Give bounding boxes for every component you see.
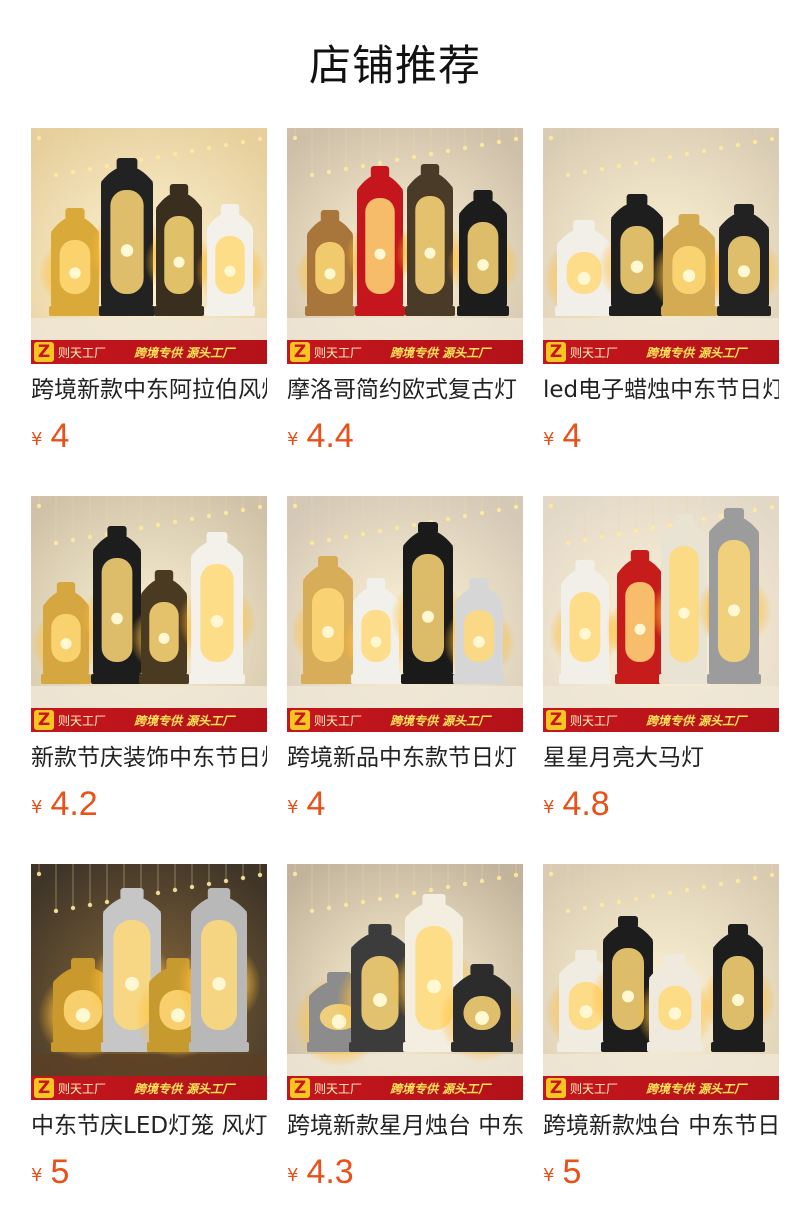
brand-banner: Z 则天工厂 跨境专供 源头工厂 xyxy=(543,1076,779,1100)
brand-name: 则天工厂 xyxy=(314,1081,363,1096)
brand-logo-icon: Z xyxy=(546,342,566,362)
brand-logo-icon: Z xyxy=(290,342,310,362)
product-name[interactable]: 跨境新款烛台 中东节日 xyxy=(543,1110,779,1142)
product-image[interactable]: Z 则天工厂 跨境专供 源头工厂 xyxy=(31,128,267,364)
currency-symbol: ¥ xyxy=(543,429,555,450)
product-card[interactable]: Z 则天工厂 跨境专供 源头工厂 led电子蜡烛中东节日灯 ¥4 xyxy=(543,128,779,468)
brand-banner: Z 则天工厂 跨境专供 源头工厂 xyxy=(31,340,267,364)
brand-name: 则天工厂 xyxy=(314,713,363,728)
product-image[interactable]: Z 则天工厂 跨境专供 源头工厂 xyxy=(287,864,523,1100)
brand-banner: Z 则天工厂 跨境专供 源头工厂 xyxy=(287,340,523,364)
product-image[interactable]: Z 则天工厂 跨境专供 源头工厂 xyxy=(287,496,523,732)
price-value: 4.4 xyxy=(306,417,354,455)
product-image[interactable]: Z 则天工厂 跨境专供 源头工厂 xyxy=(543,496,779,732)
brand-banner: Z 则天工厂 跨境专供 源头工厂 xyxy=(287,708,523,732)
price-value: 4.3 xyxy=(306,1153,354,1191)
brand-slogan: 跨境专供 源头工厂 xyxy=(646,713,747,728)
product-name[interactable]: 跨境新款星月烛台 中东 xyxy=(287,1110,523,1142)
price-value: 4 xyxy=(562,417,582,455)
product-card[interactable]: Z 则天工厂 跨境专供 源头工厂跨境新款烛台 中东节日 ¥5 xyxy=(543,864,779,1204)
product-name[interactable]: 星星月亮大马灯 xyxy=(543,742,779,774)
product-image[interactable]: Z 则天工厂 跨境专供 源头工厂 xyxy=(287,128,523,364)
brand-slogan: 跨境专供 源头工厂 xyxy=(646,345,747,360)
product-card[interactable]: Z 则天工厂 跨境专供 源头工厂摩洛哥简约欧式复古灯 ¥4.4 xyxy=(287,128,523,468)
currency-symbol: ¥ xyxy=(31,797,43,818)
product-image[interactable]: Z 则天工厂 跨境专供 源头工厂 xyxy=(31,496,267,732)
currency-symbol: ¥ xyxy=(543,1165,555,1186)
product-card[interactable]: Z 则天工厂 跨境专供 源头工厂跨境新款中东阿拉伯风灯 ¥4 xyxy=(31,128,267,468)
brand-logo-icon: Z xyxy=(34,342,54,362)
currency-symbol: ¥ xyxy=(31,429,43,450)
brand-logo-icon: Z xyxy=(290,710,310,730)
product-image[interactable]: Z 则天工厂 跨境专供 源头工厂 xyxy=(543,128,779,364)
page-title: 店铺推荐 xyxy=(308,41,481,90)
currency-symbol: ¥ xyxy=(31,1165,43,1186)
brand-name: 则天工厂 xyxy=(570,713,619,728)
brand-name: 则天工厂 xyxy=(58,1081,107,1096)
product-card[interactable]: Z 则天工厂 跨境专供 源头工厂新款节庆装饰中东节日灯 ¥4.2 xyxy=(31,496,267,836)
product-price: ¥4 xyxy=(31,416,69,462)
product-name[interactable]: 摩洛哥简约欧式复古灯 xyxy=(287,374,523,406)
price-value: 5 xyxy=(50,1153,70,1191)
brand-slogan: 跨境专供 源头工厂 xyxy=(390,1081,491,1096)
brand-slogan: 跨境专供 源头工厂 xyxy=(134,1081,235,1096)
brand-name: 则天工厂 xyxy=(58,345,107,360)
brand-logo-icon: Z xyxy=(34,1078,54,1098)
currency-symbol: ¥ xyxy=(543,797,555,818)
price-value: 4 xyxy=(50,417,70,455)
product-price: ¥4.8 xyxy=(543,784,610,830)
currency-symbol: ¥ xyxy=(287,797,299,818)
product-price: ¥4 xyxy=(543,416,581,462)
price-value: 4.8 xyxy=(562,785,610,823)
brand-slogan: 跨境专供 源头工厂 xyxy=(134,345,235,360)
brand-banner: Z 则天工厂 跨境专供 源头工厂 xyxy=(31,1076,267,1100)
product-card[interactable]: Z 则天工厂 跨境专供 源头工厂跨境新品中东款节日灯 ¥4 xyxy=(287,496,523,836)
product-name[interactable]: 中东节庆LED灯笼 风灯 xyxy=(31,1110,267,1142)
brand-banner: Z 则天工厂 跨境专供 源头工厂 xyxy=(543,708,779,732)
brand-banner: Z 则天工厂 跨境专供 源头工厂 xyxy=(543,340,779,364)
product-card[interactable]: Z 则天工厂 跨境专供 源头工厂中东节庆LED灯笼 风灯 ¥5 xyxy=(31,864,267,1204)
product-price: ¥4 xyxy=(287,784,325,830)
brand-logo-icon: Z xyxy=(546,710,566,730)
brand-name: 则天工厂 xyxy=(314,345,363,360)
product-card[interactable]: Z 则天工厂 跨境专供 源头工厂星星月亮大马灯 ¥4.8 xyxy=(543,496,779,836)
brand-name: 则天工厂 xyxy=(58,713,107,728)
product-name[interactable]: led电子蜡烛中东节日灯 xyxy=(543,374,779,406)
currency-symbol: ¥ xyxy=(287,429,299,450)
product-price: ¥5 xyxy=(31,1152,69,1198)
product-image[interactable]: Z 则天工厂 跨境专供 源头工厂 xyxy=(543,864,779,1100)
product-price: ¥4.3 xyxy=(287,1152,354,1198)
brand-slogan: 跨境专供 源头工厂 xyxy=(646,1081,747,1096)
product-name[interactable]: 跨境新品中东款节日灯 xyxy=(287,742,523,774)
price-value: 5 xyxy=(562,1153,582,1191)
product-price: ¥4.2 xyxy=(31,784,98,830)
brand-banner: Z 则天工厂 跨境专供 源头工厂 xyxy=(287,1076,523,1100)
product-price: ¥4.4 xyxy=(287,416,354,462)
brand-name: 则天工厂 xyxy=(570,1081,619,1096)
price-value: 4.2 xyxy=(50,785,98,823)
brand-name: 则天工厂 xyxy=(570,345,619,360)
product-name[interactable]: 跨境新款中东阿拉伯风灯 xyxy=(31,374,267,406)
brand-banner: Z 则天工厂 跨境专供 源头工厂 xyxy=(31,708,267,732)
product-price: ¥5 xyxy=(543,1152,581,1198)
product-image[interactable]: Z 则天工厂 跨境专供 源头工厂 xyxy=(31,864,267,1100)
brand-logo-icon: Z xyxy=(290,1078,310,1098)
product-name[interactable]: 新款节庆装饰中东节日灯 xyxy=(31,742,267,774)
product-card[interactable]: Z 则天工厂 跨境专供 源头工厂跨境新款星月烛台 中东 ¥4.3 xyxy=(287,864,523,1204)
currency-symbol: ¥ xyxy=(287,1165,299,1186)
brand-slogan: 跨境专供 源头工厂 xyxy=(390,345,491,360)
brand-slogan: 跨境专供 源头工厂 xyxy=(390,713,491,728)
brand-logo-icon: Z xyxy=(546,1078,566,1098)
brand-slogan: 跨境专供 源头工厂 xyxy=(134,713,235,728)
brand-logo-icon: Z xyxy=(34,710,54,730)
price-value: 4 xyxy=(306,785,326,823)
